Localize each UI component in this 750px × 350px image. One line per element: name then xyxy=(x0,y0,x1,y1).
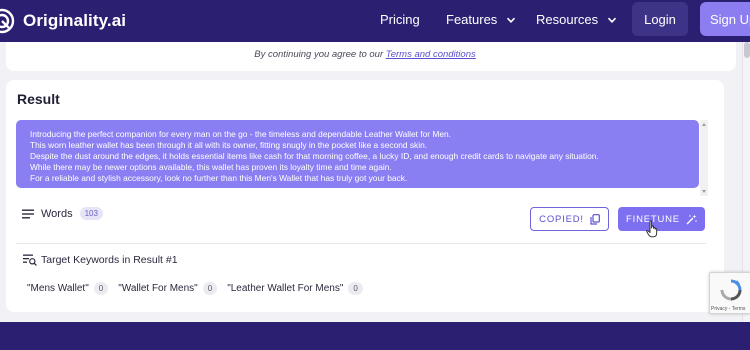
signup-button[interactable]: Sign Up xyxy=(700,2,750,36)
copy-icon xyxy=(590,213,600,225)
keyword-search-icon xyxy=(23,254,37,266)
recaptcha-badge[interactable]: Privacy - Terms xyxy=(709,272,750,314)
menu-lines-icon xyxy=(22,209,34,218)
originality-logo-icon xyxy=(0,8,15,34)
copy-button-label: COPIED! xyxy=(539,213,584,225)
result-text-box[interactable]: Introducing the perfect companion for ev… xyxy=(16,120,699,188)
copy-button[interactable]: COPIED! xyxy=(530,207,609,231)
nav-features-label: Features xyxy=(446,12,498,27)
chevron-down-icon xyxy=(507,17,516,23)
result-scrollbar[interactable] xyxy=(700,120,708,196)
terms-link[interactable]: Terms and conditions xyxy=(386,49,476,60)
result-line: Despite the dust around the edges, it ho… xyxy=(30,151,599,161)
logo[interactable]: Originality.ai xyxy=(0,7,126,35)
keywords-header: Target Keywords in Result #1 xyxy=(23,254,178,266)
word-count-badge: 103 xyxy=(79,207,103,220)
nav-resources[interactable]: Resources xyxy=(536,12,617,27)
nav-pricing-label: Pricing xyxy=(380,12,420,27)
section-divider xyxy=(16,243,706,244)
result-title: Result xyxy=(17,91,60,107)
keyword-item: "Wallet For Mens" 0 xyxy=(118,282,218,295)
scroll-up-icon[interactable] xyxy=(702,123,706,126)
keyword-count-badge: 0 xyxy=(202,282,218,295)
chevron-down-icon xyxy=(608,17,617,23)
page-scrollbar-thumb[interactable] xyxy=(744,42,750,58)
recaptcha-links[interactable]: Privacy - Terms xyxy=(711,306,745,312)
keyword-count-badge: 0 xyxy=(348,282,363,295)
logo-text: Originality.ai xyxy=(23,11,127,30)
result-line: For a reliable and stylish accessory, lo… xyxy=(30,173,408,183)
keywords-title: Target Keywords in Result #1 xyxy=(41,254,178,266)
nav-features[interactable]: Features xyxy=(446,12,516,27)
keyword-item: "Leather Wallet For Mens" 0 xyxy=(227,282,363,295)
result-line: While there may be newer options availab… xyxy=(30,162,392,172)
login-button[interactable]: Login xyxy=(632,2,688,36)
terms-prefix: By continuing you agree to our xyxy=(254,49,384,60)
keyword-text: "Mens Wallet" xyxy=(27,283,89,294)
terms-notice: By continuing you agree to our Terms and… xyxy=(0,49,730,60)
result-card xyxy=(6,80,724,312)
footer-band xyxy=(0,322,750,350)
top-navigation: Originality.ai Pricing Features Resource… xyxy=(0,0,750,42)
words-label: Words xyxy=(41,207,73,220)
keyword-text: "Wallet For Mens" xyxy=(118,283,198,294)
keyword-list: "Mens Wallet" 0 "Wallet For Mens" 0 "Lea… xyxy=(27,282,373,295)
nav-resources-label: Resources xyxy=(536,12,599,27)
result-line: This worn leather wallet has been throug… xyxy=(30,140,428,150)
result-line: Introducing the perfect companion for ev… xyxy=(30,129,452,139)
finetune-button[interactable]: FINETUNE xyxy=(618,207,705,231)
word-count: Words 103 xyxy=(22,207,103,220)
magic-wand-icon xyxy=(686,214,697,224)
scroll-down-icon[interactable] xyxy=(702,190,706,193)
keyword-item: "Mens Wallet" 0 xyxy=(27,282,109,295)
keyword-count-badge: 0 xyxy=(93,282,109,295)
nav-pricing[interactable]: Pricing xyxy=(380,12,420,27)
keyword-text: "Leather Wallet For Mens" xyxy=(227,283,344,294)
hand-cursor-icon xyxy=(646,220,658,238)
recaptcha-icon xyxy=(720,279,742,301)
